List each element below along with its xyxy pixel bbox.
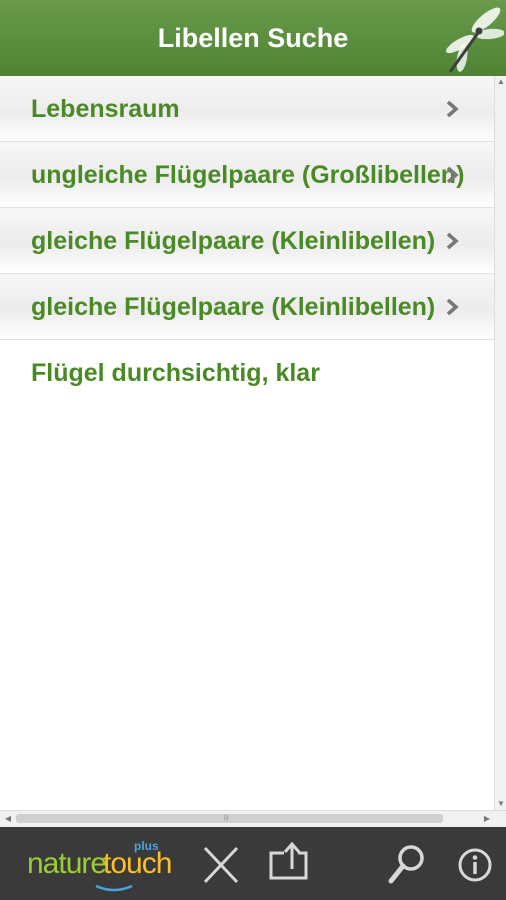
menu-list: Lebensraum ungleiche Flügelpaare (Großli… [0,76,494,810]
search-icon[interactable] [388,844,426,884]
scroll-down-arrow-icon[interactable]: ▼ [496,799,506,809]
bottom-toolbar: nature touch plus [0,827,506,900]
share-icon[interactable] [268,841,310,881]
menu-item-label: gleiche Flügelpaare (Kleinlibellen) [31,293,436,321]
app-header: Libellen Suche [0,0,506,76]
chevron-right-icon [446,100,459,118]
brand-text-plus: plus [134,839,159,853]
menu-item-fluegel-klar[interactable]: Flügel durchsichtig, klar [0,340,494,405]
scroll-left-arrow-icon[interactable]: ◀ [3,814,13,824]
horizontal-scrollbar[interactable]: ◀ ||| ▶ [0,810,506,827]
close-icon[interactable] [203,846,239,884]
grip-icon: ||| [224,815,229,821]
vertical-scrollbar[interactable]: ▲ ▼ [494,76,506,810]
menu-item-grosslibellen[interactable]: ungleiche Flügelpaare (Großlibellen) [0,142,494,208]
info-icon[interactable] [457,847,493,883]
menu-item-label: ungleiche Flügelpaare (Großlibellen) [31,161,465,189]
chevron-right-icon [446,298,459,316]
menu-item-label: Flügel durchsichtig, klar [31,359,320,387]
scrollbar-thumb[interactable]: ||| [16,814,443,823]
scroll-right-arrow-icon[interactable]: ▶ [482,814,492,824]
menu-item-kleinlibellen-2[interactable]: gleiche Flügelpaare (Kleinlibellen) [0,274,494,340]
naturetouch-logo: nature touch plus [27,839,187,897]
menu-item-label: Lebensraum [31,95,180,123]
menu-item-label: gleiche Flügelpaare (Kleinlibellen) [31,227,436,255]
swoosh-icon [95,884,133,892]
chevron-right-icon [446,166,459,184]
menu-item-kleinlibellen[interactable]: gleiche Flügelpaare (Kleinlibellen) [0,208,494,274]
menu-item-lebensraum[interactable]: Lebensraum [0,76,494,142]
chevron-right-icon [446,232,459,250]
scroll-up-arrow-icon[interactable]: ▲ [496,77,506,87]
page-title: Libellen Suche [157,23,349,53]
dragonfly-icon [445,7,504,73]
brand-text-nature: nature [27,847,107,880]
